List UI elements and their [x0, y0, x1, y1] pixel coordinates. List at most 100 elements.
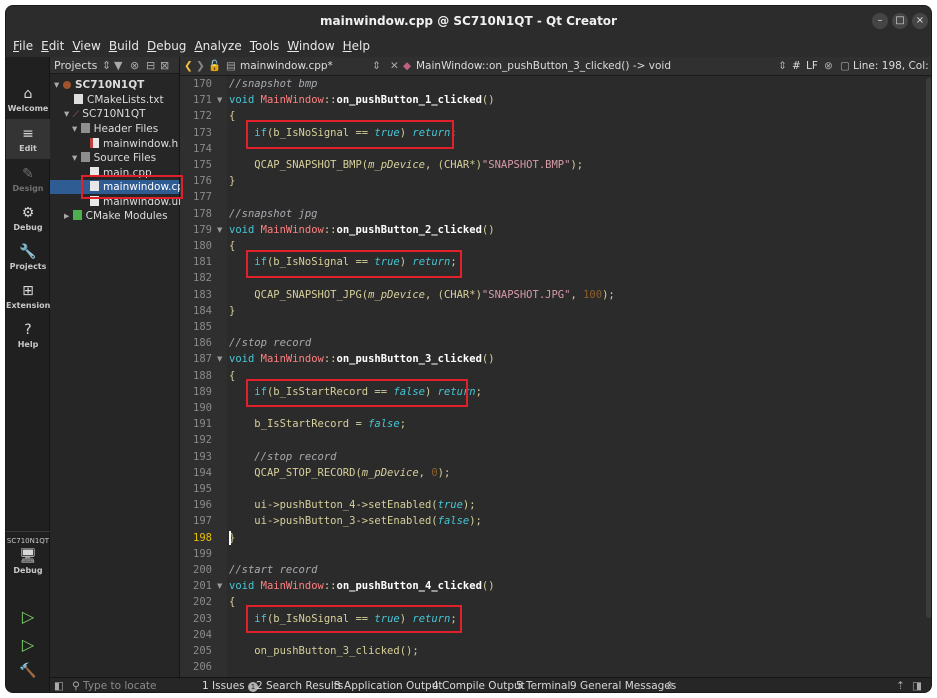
code-line: on_pushButton_3_clicked(); — [254, 645, 419, 657]
locator-input[interactable]: ⚲ Type to locate (Ctrl... — [72, 679, 192, 692]
code-editor[interactable]: 170 171 172 173 174 175 176 177 178 179 … — [180, 76, 931, 677]
toggle-output-icon[interactable]: ◨ — [912, 678, 922, 692]
modules-icon — [72, 210, 82, 220]
tree-item-header-files[interactable]: ▾ Header Files — [72, 122, 158, 136]
close-document-icon[interactable]: ✕ — [390, 57, 399, 75]
line-number: 196 — [193, 499, 212, 511]
progress-details-icon[interactable]: ⇡ — [896, 678, 905, 692]
fold-marker-icon[interactable]: ▼ — [217, 222, 225, 238]
line-number: 187 — [193, 353, 212, 365]
line-number: 191 — [193, 418, 212, 430]
view-chevron-icon[interactable]: ⇕ — [102, 57, 111, 74]
fold-marker-icon[interactable]: ▼ — [217, 578, 225, 594]
mode-projects[interactable]: 🔧 Projects — [6, 243, 50, 271]
line-number: 203 — [193, 613, 212, 625]
link-icon[interactable]: ⊗ — [130, 57, 139, 74]
mode-welcome[interactable]: ⌂ Welcome — [6, 85, 50, 113]
code-line: QCAP_SNAPSHOT_JPG(m_pDevice, (CHAR*)"SNA… — [254, 289, 615, 301]
tree-item-source-files[interactable]: ▾ Source Files — [72, 151, 156, 165]
line-number: 174 — [193, 143, 212, 155]
menu-bar: File Edit View Build Debug Analyze Tools… — [6, 37, 931, 57]
output-tab-general-messages[interactable]: 9 General Messages — [570, 678, 676, 692]
vertical-scrollbar[interactable] — [925, 76, 931, 677]
highlight-box — [246, 379, 468, 407]
code-line: //stop record — [254, 451, 337, 463]
maximize-button[interactable]: □ — [892, 13, 908, 29]
tree-item-root[interactable]: ▾ SC710N1QT — [54, 78, 144, 92]
line-number: 194 — [193, 467, 212, 479]
back-arrow-icon[interactable]: ❮ — [184, 57, 193, 75]
line-ending-selector[interactable]: LF — [806, 57, 818, 75]
code-line: void MainWindow::on_pushButton_2_clicked… — [229, 224, 495, 236]
chevron-updown-icon[interactable]: ⇕ — [665, 678, 674, 692]
output-tab-application-output[interactable]: 3 Application Output — [334, 678, 443, 692]
close-button[interactable]: × — [912, 13, 928, 29]
mode-selector: ⌂ Welcome ≡ Edit ✎ Design ⚙ Debug 🔧 Proj… — [6, 57, 55, 692]
build-button[interactable]: 🔨 — [6, 663, 50, 679]
split-icon[interactable]: ⊟ — [146, 57, 155, 74]
menu-analyze[interactable]: Analyze — [194, 37, 241, 57]
line-number: 199 — [193, 548, 212, 560]
fold-marker-icon[interactable]: ▼ — [217, 92, 225, 108]
highlight-box — [246, 605, 462, 633]
output-tab-terminal[interactable]: 5 Terminal — [516, 678, 570, 692]
mode-debug[interactable]: ⚙ Debug — [6, 204, 50, 232]
menu-file[interactable]: File — [13, 37, 33, 57]
line-number: 181 — [193, 256, 212, 268]
mode-edit[interactable]: ≡ Edit — [6, 119, 50, 159]
hash-indicator[interactable]: # — [792, 57, 801, 75]
line-number-current: 198 — [193, 532, 212, 544]
chevron-updown-icon[interactable]: ⇕ — [778, 57, 787, 75]
run-icon: ▷ — [21, 607, 35, 626]
line-number: 184 — [193, 305, 212, 317]
open-document-selector[interactable]: mainwindow.cpp* — [240, 57, 333, 75]
output-tab-search-results[interactable]: 2 Search Results — [256, 678, 343, 692]
kit-project-name: SC710N1QT — [6, 537, 50, 545]
mode-design[interactable]: ✎ Design — [6, 165, 50, 193]
menu-tools[interactable]: Tools — [250, 37, 280, 57]
forward-arrow-icon[interactable]: ❯ — [196, 57, 205, 75]
line-number: 180 — [193, 240, 212, 252]
tree-item-cmake-modules[interactable]: ▸ CMake Modules — [64, 209, 168, 223]
code-line: void MainWindow::on_pushButton_4_clicked… — [229, 580, 495, 592]
menu-window[interactable]: Window — [287, 37, 334, 57]
fold-marker-icon[interactable]: ▼ — [217, 351, 225, 367]
document-icon[interactable]: ▢ — [840, 57, 850, 75]
line-number: 178 — [193, 208, 212, 220]
line-number: 171 — [193, 94, 212, 106]
mode-help[interactable]: ? Help — [6, 321, 50, 349]
file-icon: ▤ — [226, 60, 236, 72]
close-pane-icon[interactable]: ⊠ — [160, 57, 169, 74]
toggle-sidebar-icon[interactable]: ◧ — [54, 678, 64, 692]
line-number: 177 — [193, 191, 212, 203]
symbol-selector[interactable]: MainWindow::on_pushButton_3_clicked() ->… — [416, 57, 671, 75]
menu-edit[interactable]: Edit — [41, 37, 64, 57]
menu-debug[interactable]: Debug — [147, 37, 186, 57]
pen-icon: ✎ — [22, 166, 34, 182]
menu-help[interactable]: Help — [343, 37, 370, 57]
filter-icon[interactable]: ▼ — [114, 57, 122, 74]
link-icon[interactable]: ⊗ — [824, 57, 833, 75]
mode-extensions[interactable]: ⊞ Extensions — [6, 282, 55, 310]
run-button[interactable]: ▷ — [6, 607, 50, 626]
bug-icon: ⚙ — [21, 205, 35, 221]
folder-icon — [80, 152, 90, 162]
output-tab-compile-output[interactable]: 4 Compile Output — [432, 678, 525, 692]
menu-view[interactable]: View — [72, 37, 100, 57]
scrollbar-thumb[interactable] — [926, 78, 931, 618]
qt-creator-window: mainwindow.cpp @ SC710N1QT - Qt Creator … — [5, 5, 932, 693]
expand-arrow-icon: ▾ — [64, 108, 70, 120]
minimize-button[interactable]: – — [872, 13, 888, 29]
tree-item-target[interactable]: ▾ ⟋ SC710N1QT — [64, 107, 146, 121]
tree-item-cmakelists[interactable]: CMakeLists.txt — [74, 93, 164, 107]
debug-run-button[interactable]: ▷ — [6, 635, 50, 654]
line-number: 172 — [193, 110, 212, 122]
menu-build[interactable]: Build — [109, 37, 139, 57]
output-tab-issues[interactable]: 1 Issues 1 — [202, 678, 258, 692]
title-bar: mainwindow.cpp @ SC710N1QT - Qt Creator … — [6, 6, 931, 37]
kit-selector[interactable]: SC710N1QT 🖥 Debug — [6, 537, 50, 575]
chevron-updown-icon[interactable]: ⇕ — [372, 57, 381, 75]
tree-item-mainwindow-h[interactable]: mainwindow.h — [90, 137, 178, 151]
projects-view-selector[interactable]: Projects — [54, 59, 97, 72]
code-line: { — [229, 370, 236, 382]
